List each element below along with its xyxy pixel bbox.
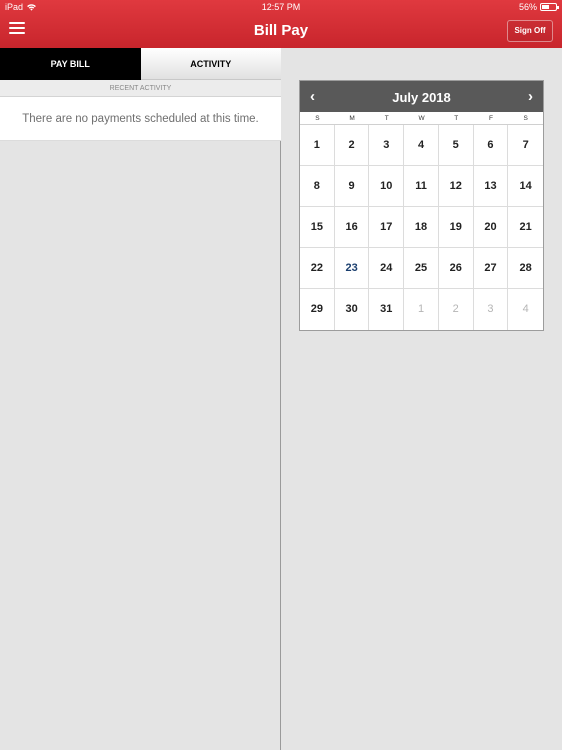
status-right: 56% bbox=[518, 2, 559, 12]
calendar-day[interactable]: 21 bbox=[508, 207, 544, 248]
empty-payments-message: There are no payments scheduled at this … bbox=[0, 97, 281, 141]
calendar-day[interactable]: 13 bbox=[473, 166, 509, 207]
calendar-day[interactable]: 22 bbox=[300, 248, 335, 289]
app-header: iPad 12:57 PM 56% Bill Pay Sign Off bbox=[0, 0, 562, 48]
calendar-day[interactable]: 2 bbox=[334, 125, 370, 166]
tab-pay-bill[interactable]: PAY BILL bbox=[0, 48, 141, 80]
calendar-day[interactable]: 15 bbox=[300, 207, 335, 248]
tab-bar: PAY BILL ACTIVITY bbox=[0, 48, 281, 80]
weekday-label: W bbox=[418, 115, 425, 122]
page-title: Bill Pay bbox=[253, 22, 309, 39]
calendar-day[interactable]: 26 bbox=[438, 248, 474, 289]
weekday-label: T bbox=[384, 115, 389, 122]
calendar-day[interactable]: 20 bbox=[473, 207, 509, 248]
calendar-day[interactable]: 14 bbox=[508, 166, 544, 207]
calendar-day-outside-month[interactable]: 3 bbox=[474, 289, 509, 330]
status-bar: iPad 12:57 PM 56% bbox=[0, 0, 562, 14]
calendar-grid: 1 2 3 4 5 6 7 8 9 10 11 12 13 14 15 16 17 18 19 20 21 22 23 24 2… bbox=[300, 125, 544, 330]
calendar-day[interactable]: 3 bbox=[369, 125, 405, 166]
calendar-month-title: July 2018 bbox=[392, 90, 451, 105]
calendar-day[interactable]: 7 bbox=[508, 125, 544, 166]
calendar-week-row: 15 16 17 18 19 20 21 bbox=[300, 207, 544, 248]
calendar-week-row: 22 23 24 25 26 27 28 bbox=[300, 248, 544, 289]
battery-percent: 56% bbox=[518, 2, 537, 12]
calendar-day[interactable]: 11 bbox=[404, 166, 439, 207]
calendar-day[interactable]: 5 bbox=[438, 125, 474, 166]
calendar-day[interactable]: 28 bbox=[508, 248, 544, 289]
calendar-day[interactable]: 18 bbox=[404, 207, 439, 248]
weekday-label: F bbox=[488, 115, 493, 122]
calendar-day[interactable]: 27 bbox=[473, 248, 509, 289]
calendar-day[interactable]: 1 bbox=[300, 125, 335, 166]
tab-activity[interactable]: ACTIVITY bbox=[140, 48, 281, 80]
sign-off-button[interactable]: Sign Off bbox=[507, 20, 553, 42]
calendar-day-outside-month[interactable]: 1 bbox=[404, 289, 439, 330]
calendar-day[interactable]: 8 bbox=[300, 166, 335, 207]
calendar: ‹ July 2018 › SMTWTFS 1 2 3 4 5 6 7 8 9 10 11 12 13 1… bbox=[299, 80, 544, 331]
calendar-day[interactable]: 24 bbox=[369, 248, 405, 289]
calendar-day[interactable]: 4 bbox=[404, 125, 439, 166]
calendar-day[interactable]: 23 bbox=[334, 248, 370, 289]
weekday-label: S bbox=[315, 115, 320, 122]
calendar-header: ‹ July 2018 › bbox=[300, 81, 543, 112]
weekday-header-row: SMTWTFS bbox=[300, 112, 543, 125]
weekday-label: M bbox=[349, 115, 355, 122]
calendar-day[interactable]: 16 bbox=[334, 207, 370, 248]
status-time: 12:57 PM bbox=[261, 2, 301, 12]
battery-fill bbox=[542, 5, 550, 9]
recent-activity-heading: RECENT ACTIVITY bbox=[0, 80, 281, 97]
calendar-day[interactable]: 30 bbox=[335, 289, 370, 330]
calendar-day[interactable]: 9 bbox=[334, 166, 370, 207]
calendar-day[interactable]: 25 bbox=[404, 248, 439, 289]
calendar-week-row: 29 30 31 1 2 3 4 bbox=[300, 289, 543, 330]
weekday-label: S bbox=[523, 115, 528, 122]
calendar-day[interactable]: 17 bbox=[369, 207, 405, 248]
calendar-week-row: 1234567 bbox=[300, 125, 544, 166]
weekday-label: T bbox=[454, 115, 459, 122]
chevron-right-icon[interactable]: › bbox=[528, 89, 533, 104]
calendar-day[interactable]: 6 bbox=[473, 125, 509, 166]
activity-panel: PAY BILL ACTIVITY RECENT ACTIVITY There … bbox=[0, 48, 281, 750]
calendar-week-row: 8 9 10 11 12 13 14 bbox=[300, 166, 544, 207]
battery-icon bbox=[540, 3, 559, 11]
calendar-day[interactable]: 31 bbox=[369, 289, 405, 330]
calendar-day-outside-month[interactable]: 4 bbox=[508, 289, 543, 330]
calendar-day[interactable]: 12 bbox=[438, 166, 474, 207]
calendar-day-outside-month[interactable]: 2 bbox=[439, 289, 474, 330]
calendar-day[interactable]: 10 bbox=[369, 166, 405, 207]
calendar-day[interactable]: 29 bbox=[300, 289, 335, 330]
calendar-day[interactable]: 19 bbox=[438, 207, 474, 248]
